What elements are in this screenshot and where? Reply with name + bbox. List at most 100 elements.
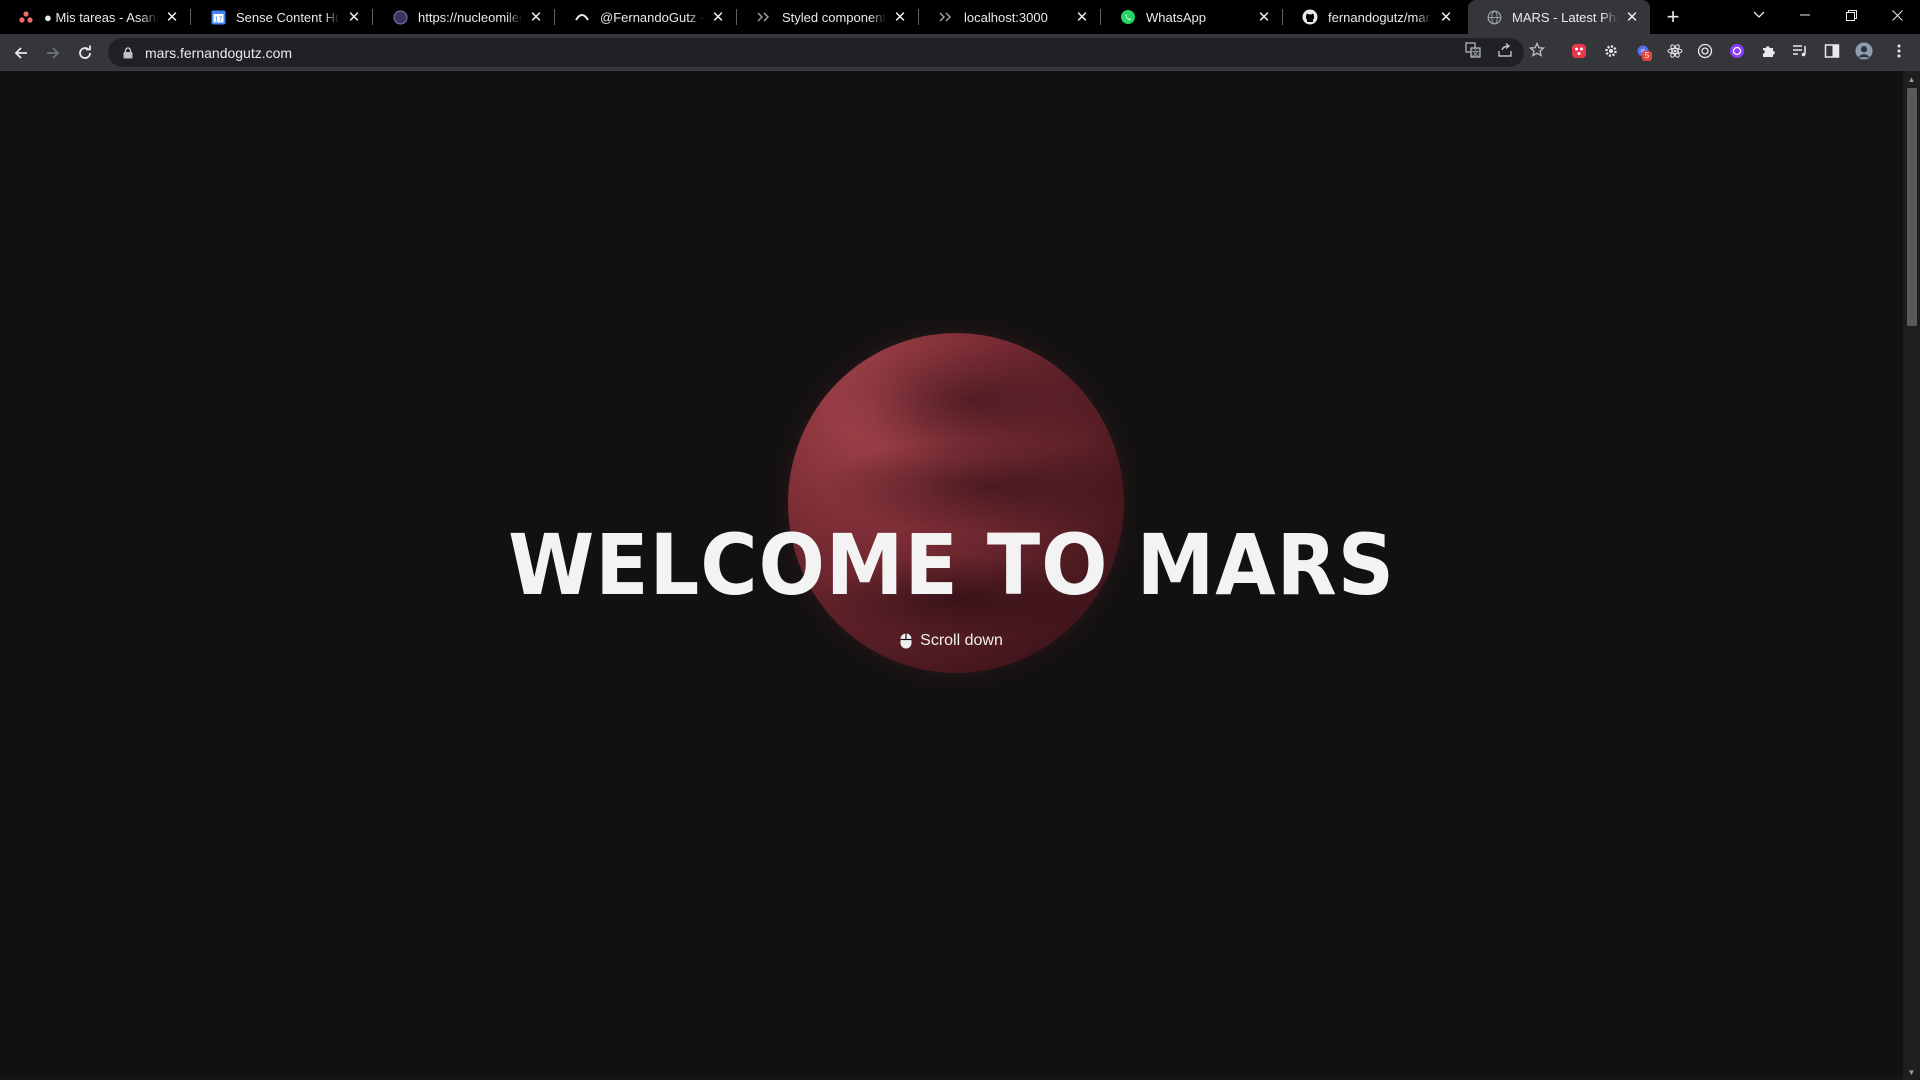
close-icon[interactable]: ✕ (710, 9, 726, 26)
lock-icon[interactable] (121, 46, 135, 60)
share-button[interactable] (1496, 41, 1514, 59)
tab-search-button[interactable] (1736, 0, 1782, 30)
tab-title: Sense Content Hub - C (236, 9, 340, 25)
minimize-button[interactable] (1782, 0, 1828, 30)
back-button[interactable] (7, 39, 35, 67)
tab-asana[interactable]: ● Mis tareas - Asana ✕ (0, 0, 190, 34)
profile-button[interactable] (1855, 42, 1873, 60)
restore-button[interactable] (1828, 0, 1874, 30)
bookmark-button[interactable] (1528, 41, 1546, 59)
gear-icon (1605, 45, 1617, 57)
media-controls-button[interactable] (1791, 42, 1809, 60)
minimize-icon (1800, 14, 1810, 16)
svg-text:文: 文 (1472, 49, 1479, 58)
hero-title: WELCOME TO MARS (508, 516, 1395, 614)
mars-planet-image (788, 333, 1124, 673)
star-icon (1529, 42, 1545, 57)
scrollbar-thumb[interactable] (1907, 88, 1917, 326)
tab-fernandogutz-portfolio[interactable]: @FernandoGutz - Port ✕ (556, 0, 736, 34)
react-icon (1667, 44, 1683, 58)
arc-icon (574, 9, 590, 25)
extension-purple-icon (1730, 44, 1744, 58)
github-icon (1302, 9, 1318, 25)
close-icon[interactable]: ✕ (1624, 9, 1640, 26)
mouse-icon (900, 633, 912, 649)
target-icon (1697, 43, 1713, 59)
asana-icon (18, 9, 34, 25)
tab-title: localhost:3000 (964, 9, 1048, 25)
avatar (1855, 42, 1873, 60)
extension-gear-button[interactable] (1602, 42, 1620, 60)
tab-title: @FernandoGutz - Port (600, 9, 704, 25)
side-panel-icon (1824, 44, 1840, 58)
calendar-icon: 17 (210, 9, 226, 25)
scroll-down-link[interactable]: Scroll down (0, 632, 1903, 650)
url-text[interactable]: mars.fernandogutz.com (145, 45, 292, 61)
tab-mars-latest-photos[interactable]: MARS - Latest Photos ✕ (1468, 0, 1650, 34)
chevron-down-icon (1753, 11, 1765, 18)
plus-icon: + (1666, 4, 1680, 29)
chevrons-icon (938, 9, 954, 25)
translate-button[interactable]: 文 (1464, 41, 1482, 59)
scroll-up-arrow[interactable]: ▲ (1903, 71, 1920, 87)
tab-separator (736, 9, 737, 25)
svg-text:17: 17 (214, 16, 222, 23)
extensions-button[interactable] (1760, 42, 1778, 60)
puzzle-icon (1763, 46, 1775, 57)
page-viewport: WELCOME TO MARS Scroll down (0, 71, 1903, 1080)
tab-sense-content-hub[interactable]: 17 Sense Content Hub - C ✕ (192, 0, 372, 34)
close-icon[interactable]: ✕ (1256, 9, 1272, 26)
browser-toolbar: mars.fernandogutz.com 文 5 (0, 34, 1920, 71)
tab-separator (1100, 9, 1101, 25)
forward-button[interactable] (39, 39, 67, 67)
close-icon[interactable]: ✕ (346, 9, 362, 26)
tab-title: fernandogutz/mars (1328, 9, 1432, 25)
extension-purple-button[interactable] (1728, 42, 1746, 60)
tab-title: WhatsApp (1146, 9, 1206, 25)
tab-separator (190, 9, 191, 25)
reload-button[interactable] (71, 39, 99, 67)
more-vert-icon (1897, 44, 1901, 58)
globe-icon (1486, 9, 1502, 25)
close-icon[interactable]: ✕ (1074, 9, 1090, 26)
extension-target-button[interactable] (1696, 42, 1714, 60)
close-icon[interactable]: ✕ (164, 9, 180, 26)
close-icon (1891, 9, 1903, 21)
extension-red-button[interactable] (1570, 42, 1588, 60)
playlist-icon (1793, 45, 1806, 57)
globe-icon (392, 9, 408, 25)
new-tab-button[interactable]: + (1660, 4, 1686, 30)
page-scrollbar[interactable]: ▲ ▼ (1903, 71, 1920, 1080)
arrow-right-icon (47, 47, 60, 59)
extension-badge-count: 5 (1642, 51, 1652, 61)
extension-badge-button[interactable]: 5 (1634, 42, 1652, 61)
scroll-down-label: Scroll down (920, 632, 1003, 649)
tab-separator (554, 9, 555, 25)
react-devtools-button[interactable] (1666, 42, 1684, 60)
close-icon[interactable]: ✕ (892, 9, 908, 26)
address-bar[interactable]: mars.fernandogutz.com (108, 38, 1524, 67)
tab-separator (1282, 9, 1283, 25)
tab-styled-components[interactable]: Styled components - I ✕ (738, 0, 918, 34)
tab-github-mars[interactable]: fernandogutz/mars ✕ (1284, 0, 1464, 34)
tab-localhost[interactable]: localhost:3000 ✕ (920, 0, 1100, 34)
reload-icon (79, 45, 91, 59)
translate-icon: 文 (1465, 42, 1481, 58)
scroll-down-arrow[interactable]: ▼ (1903, 1064, 1920, 1080)
browser-menu-button[interactable] (1890, 42, 1908, 60)
whatsapp-icon (1120, 9, 1136, 25)
tab-separator (918, 9, 919, 25)
tab-title: MARS - Latest Photos (1512, 9, 1618, 25)
tab-separator (372, 9, 373, 25)
browser-chrome: ● Mis tareas - Asana ✕ 17 Sense Content … (0, 0, 1920, 71)
close-icon[interactable]: ✕ (1438, 9, 1454, 26)
arrow-left-icon (14, 47, 27, 59)
tab-nucleomilenio[interactable]: https://nucleomilenio.c ✕ (374, 0, 554, 34)
side-panel-button[interactable] (1823, 42, 1841, 60)
tab-title: Styled components - I (782, 9, 886, 25)
close-window-button[interactable] (1874, 0, 1920, 30)
tab-title: https://nucleomilenio.c (418, 9, 522, 25)
tab-strip: ● Mis tareas - Asana ✕ 17 Sense Content … (0, 0, 1920, 34)
tab-whatsapp[interactable]: WhatsApp ✕ (1102, 0, 1282, 34)
close-icon[interactable]: ✕ (528, 9, 544, 26)
